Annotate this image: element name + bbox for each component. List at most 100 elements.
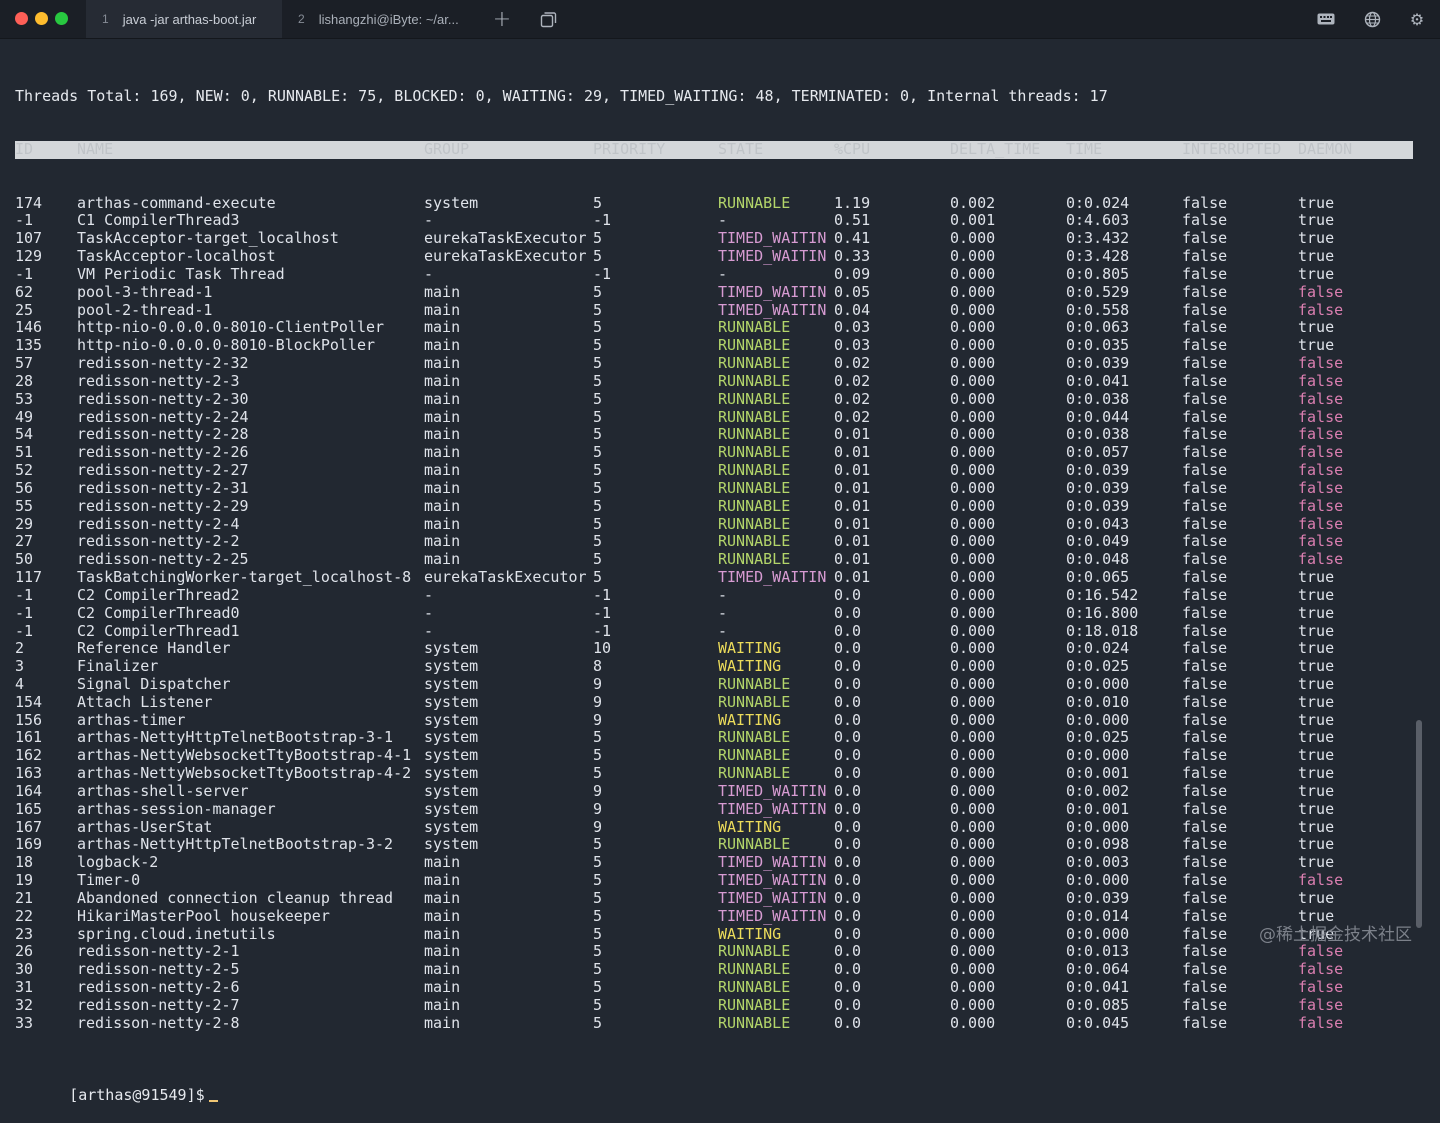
command-prompt[interactable]: [arthas@91549]$ xyxy=(15,1068,1413,1104)
cell-time: 0:3.432 xyxy=(1066,229,1130,248)
cell-interrupted: false xyxy=(1182,710,1228,729)
table-header: ID NAME GROUP PRIORITY STATE %CPU DELTA_TIME TI… xyxy=(15,140,1413,159)
keyboard-icon[interactable] xyxy=(1316,9,1336,29)
gear-icon[interactable]: ⚙ xyxy=(1407,9,1427,29)
cell-priority: 5 xyxy=(593,888,603,907)
cell-name: arthas-command-execute xyxy=(77,193,276,212)
cell-priority: 5 xyxy=(593,318,603,337)
cell-state: RUNNABLE xyxy=(718,425,791,444)
cell-priority: 5 xyxy=(593,425,603,444)
tab-arthas[interactable]: 1 java -jar arthas-boot.jar xyxy=(86,0,282,38)
cell-state: TIMED_WAITIN xyxy=(718,871,827,890)
cell-daemon: true xyxy=(1298,781,1335,800)
cell-group: system xyxy=(424,674,479,693)
cell-priority: 5 xyxy=(593,443,603,462)
cell-delta-time: 0.000 xyxy=(950,550,996,569)
table-row: 54 redisson-netty-2-28 main 5 RUNNABLE 0.01 0.… xyxy=(15,426,1413,444)
cell-time: 0:0.049 xyxy=(1066,532,1130,551)
terminal-output[interactable]: Threads Total: 169, NEW: 0, RUNNABLE: 75… xyxy=(15,52,1413,1122)
scrollbar-thumb[interactable] xyxy=(1416,720,1422,928)
cell-delta-time: 0.000 xyxy=(950,746,996,765)
cell-delta-time: 0.000 xyxy=(950,336,996,355)
cell-state: TIMED_WAITIN xyxy=(718,282,827,301)
cell-interrupted: false xyxy=(1182,871,1228,890)
cell-delta-time: 0.000 xyxy=(950,585,996,604)
cell-time: 0:0.003 xyxy=(1066,853,1130,872)
cell-cpu: 0.0 xyxy=(834,621,862,640)
cell-name: redisson-netty-2-24 xyxy=(77,407,249,426)
cell-priority: 5 xyxy=(593,746,603,765)
cell-group: main xyxy=(424,318,461,337)
table-row: 22 HikariMasterPool housekeeper main 5 TIMED… xyxy=(15,906,1413,926)
table-row: 52 redisson-netty-2-27 main 5 RUNNABLE 0.01 0.… xyxy=(15,461,1413,480)
table-row: 62 pool-3-thread-1 main 5 TIMED_WAITIN 0.05 0.… xyxy=(15,282,1413,302)
cell-cpu: 0.0 xyxy=(834,942,862,961)
cell-state: RUNNABLE xyxy=(718,496,791,515)
close-window-button[interactable] xyxy=(15,12,28,25)
cell-group: main xyxy=(424,371,461,390)
cell-priority: 9 xyxy=(593,674,603,693)
cell-name: arthas-NettyWebsocketTtyBootstrap-4-2 xyxy=(77,764,412,783)
cell-id: 169 xyxy=(15,835,43,854)
table-row: -1 C1 CompilerThread3 - -1 - 0.51 0.001 0:4.603… xyxy=(15,212,1413,230)
cell-interrupted: false xyxy=(1182,621,1228,640)
table-row: 49 redisson-netty-2-24 main 5 RUNNABLE 0.02 0.… xyxy=(15,407,1413,427)
cell-priority: 5 xyxy=(593,1013,603,1032)
cell-priority: 5 xyxy=(593,995,603,1014)
cell-cpu: 0.02 xyxy=(834,407,871,426)
cell-delta-time: 0.000 xyxy=(950,1013,996,1032)
cell-cpu: 0.0 xyxy=(834,906,862,925)
table-row: 56 redisson-netty-2-31 main 5 RUNNABLE 0.01 0.… xyxy=(15,478,1413,498)
cell-delta-time: 0.000 xyxy=(950,229,996,248)
tab-shell[interactable]: 2 lishangzhi@iByte: ~/ar... xyxy=(284,0,484,38)
cell-state: RUNNABLE xyxy=(718,532,791,551)
table-row: 161 arthas-NettyHttpTelnetBootstrap-3-1 sy… xyxy=(15,729,1413,747)
table-row: 29 redisson-netty-2-4 main 5 RUNNABLE 0.01 0.0… xyxy=(15,515,1413,534)
cell-state: RUNNABLE xyxy=(718,995,791,1014)
cell-delta-time: 0.002 xyxy=(950,193,996,212)
cell-cpu: 0.01 xyxy=(834,496,871,515)
cell-delta-time: 0.000 xyxy=(950,300,996,319)
cell-id: 135 xyxy=(15,336,43,355)
globe-icon[interactable] xyxy=(1362,9,1382,29)
plus-icon[interactable]: + xyxy=(492,7,512,32)
cell-state: RUNNABLE xyxy=(718,942,791,961)
table-row: -1 VM Periodic Task Thread - -1 - 0.09 0.000 0:… xyxy=(15,264,1413,284)
cell-id: 18 xyxy=(15,853,34,872)
cell-group: main xyxy=(424,532,461,551)
tab-label: lishangzhi@iByte: ~/ar... xyxy=(318,11,459,27)
cell-cpu: 0.0 xyxy=(834,835,862,854)
cell-time: 0:0.000 xyxy=(1066,924,1130,943)
cell-daemon: false xyxy=(1298,354,1344,373)
cell-id: 54 xyxy=(15,425,34,444)
column-header-name: NAME xyxy=(77,140,114,159)
cell-state: RUNNABLE xyxy=(718,550,791,569)
cell-time: 0:0.045 xyxy=(1066,1013,1130,1032)
cell-interrupted: false xyxy=(1182,193,1228,212)
cell-name: redisson-netty-2-32 xyxy=(77,354,249,373)
cell-interrupted: false xyxy=(1182,264,1228,283)
cell-delta-time: 0.000 xyxy=(950,942,996,961)
cell-time: 0:0.039 xyxy=(1066,888,1130,907)
cell-delta-time: 0.000 xyxy=(950,621,996,640)
cell-name: redisson-netty-2-31 xyxy=(77,478,249,497)
cell-state: - xyxy=(718,603,728,622)
cell-state: TIMED_WAITIN xyxy=(718,568,827,587)
cell-delta-time: 0.000 xyxy=(950,692,996,711)
cell-group: system xyxy=(424,728,479,747)
cell-delta-time: 0.000 xyxy=(950,799,996,818)
cell-id: -1 xyxy=(15,211,34,230)
cell-interrupted: false xyxy=(1182,371,1228,390)
cell-priority: 5 xyxy=(593,728,603,747)
minimize-window-button[interactable] xyxy=(35,12,48,25)
cell-interrupted: false xyxy=(1182,1013,1228,1032)
zoom-window-button[interactable] xyxy=(55,12,68,25)
cell-group: eurekaTaskExecutor xyxy=(424,568,587,587)
cell-group: main xyxy=(424,853,461,872)
cell-name: redisson-netty-2-8 xyxy=(77,1013,240,1032)
new-window-icon[interactable] xyxy=(538,9,558,29)
cell-cpu: 0.0 xyxy=(834,585,862,604)
cell-id: 51 xyxy=(15,443,34,462)
column-header-delta-time: DELTA_TIME xyxy=(950,140,1041,159)
cell-group: main xyxy=(424,550,461,569)
